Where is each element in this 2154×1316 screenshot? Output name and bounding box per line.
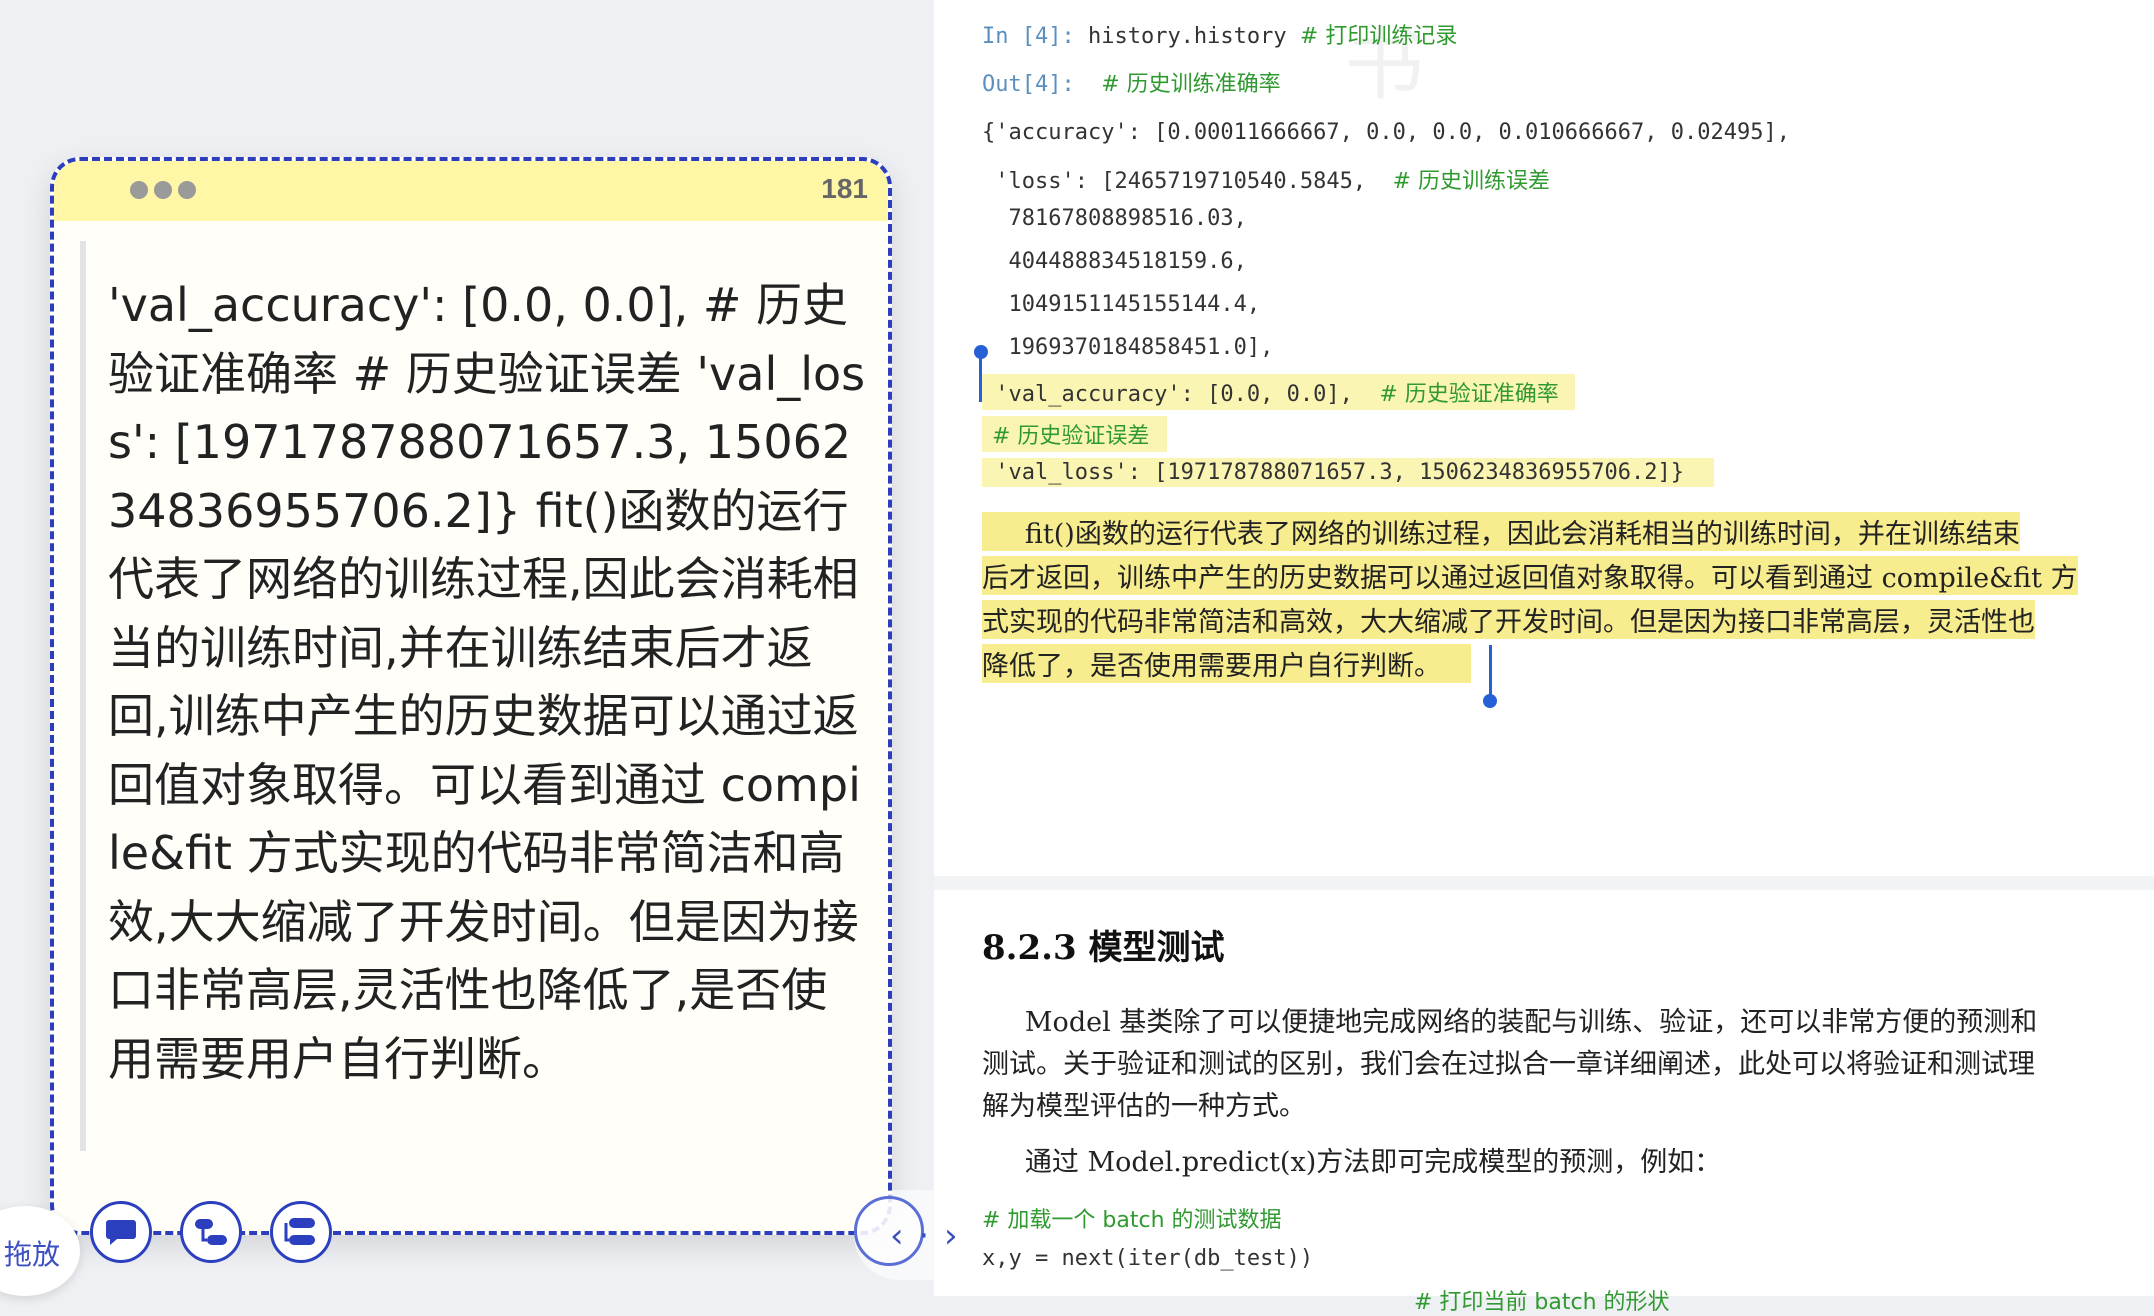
- out-comment: # 历史训练准确率: [1101, 72, 1281, 97]
- mindmap-button[interactable]: [180, 1201, 242, 1263]
- highlighted-code-line[interactable]: 'val_loss': [197178788071657.3, 15062348…: [982, 458, 1714, 487]
- code-comment: # 打印当前 batch 的形状: [1414, 1290, 1670, 1315]
- highlighted-paragraph-line[interactable]: 式实现的代码非常简洁和高效，大大缩减了开发时间。但是因为接口非常高层，灵活性也: [982, 600, 2035, 639]
- selection-end-bar: [1489, 645, 1492, 695]
- code-line: 1969370184858451.0],: [982, 335, 1274, 360]
- code-line: 'loss': [2465719710540.5845, # 历史训练误差: [982, 169, 1551, 194]
- comment-button[interactable]: [90, 1201, 152, 1263]
- in-code: history.history: [1087, 24, 1287, 49]
- note-body[interactable]: 'val_accuracy': [0.0, 0.0], # 历史验证准确率 # …: [50, 221, 892, 1235]
- page-separator: [934, 876, 2154, 890]
- nav-arrows-icon[interactable]: ‹ · ›: [890, 1216, 960, 1256]
- menu-dot-icon: [178, 181, 196, 199]
- highlighted-paragraph-line[interactable]: fit()函数的运行代表了网络的训练过程，因此会消耗相当的训练时间，并在训练结束: [982, 512, 2020, 551]
- code-line: 1049151145155144.4,: [982, 292, 1261, 317]
- outline-button[interactable]: [270, 1201, 332, 1263]
- highlighted-paragraph-line[interactable]: 后才返回，训练中产生的历史数据可以通过返回值对象取得。可以看到通过 compil…: [982, 556, 2078, 595]
- comment-icon: [106, 1220, 136, 1245]
- val-acc-comment: # 历史验证准确率: [1379, 382, 1559, 407]
- paragraph-line[interactable]: 测试。关于验证和测试的区别，我们会在过拟合一章详细阐述，此处可以将验证和测试理: [982, 1042, 2035, 1081]
- code-output-line: Out[4]: # 历史训练准确率: [982, 66, 1281, 98]
- quote-bar: [80, 241, 86, 1151]
- code-input-line: In [4]: history.history # 打印训练记录: [982, 18, 1457, 50]
- outline-icon: [284, 1218, 315, 1245]
- drag-label[interactable]: 拖放: [4, 1233, 60, 1273]
- highlighted-comment-line[interactable]: # 历史验证误差: [982, 416, 1168, 452]
- note-char-count: 181: [821, 173, 868, 204]
- highlighted-paragraph-line[interactable]: 降低了，是否使用需要用户自行判断。: [982, 644, 1471, 683]
- code-line: 78167808898516.03,: [982, 206, 1247, 231]
- notes-panel: 181 'val_accuracy': [0.0, 0.0], # 历史验证准确…: [0, 0, 934, 1296]
- menu-dot-icon: [130, 181, 148, 199]
- in-prompt: In [4]:: [982, 24, 1075, 49]
- highlighted-code-line[interactable]: 'val_accuracy': [0.0, 0.0], # 历史验证准确率: [982, 374, 1575, 410]
- code-comment: # 加载一个 batch 的测试数据: [982, 1208, 1282, 1233]
- page-nav-control[interactable]: ‹ · ›: [854, 1190, 984, 1280]
- paragraph-line[interactable]: Model 基类除了可以便捷地完成网络的装配与训练、验证，还可以非常方便的预测和: [982, 1000, 2037, 1039]
- note-text[interactable]: 'val_accuracy': [0.0, 0.0], # 历史验证准确率 # …: [108, 271, 868, 1093]
- pdf-viewer[interactable]: 书 In [4]: history.history # 打印训练记录 Out[4…: [934, 0, 2154, 1315]
- menu-dot-icon: [154, 181, 172, 199]
- section-heading: 8.2.3 模型测试: [982, 928, 1225, 968]
- mindmap-icon: [195, 1219, 227, 1245]
- in-comment: # 打印训练记录: [1299, 24, 1458, 49]
- paragraph-line[interactable]: 解为模型评估的一种方式。: [982, 1084, 1306, 1123]
- code-line: {'accuracy': [0.00011666667, 0.0, 0.0, 0…: [982, 120, 1790, 145]
- selection-end-handle[interactable]: [1483, 694, 1497, 708]
- note-card[interactable]: 181 'val_accuracy': [0.0, 0.0], # 历史验证准确…: [50, 157, 892, 1263]
- code-line: x,y = next(iter(db_test)): [982, 1246, 1314, 1271]
- loss-comment: # 历史训练误差: [1392, 169, 1551, 194]
- out-prompt: Out[4]:: [982, 72, 1075, 97]
- paragraph-line[interactable]: 通过 Model.predict(x)方法即可完成模型的预测，例如：: [982, 1140, 1721, 1179]
- code-line: 404488834518159.6,: [982, 249, 1247, 274]
- note-header[interactable]: 181: [54, 161, 888, 221]
